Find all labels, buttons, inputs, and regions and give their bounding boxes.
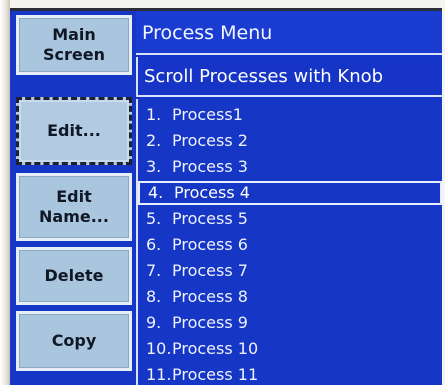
edit-button-label: Edit...: [47, 121, 101, 140]
edit-name-button-label: Edit Name...: [39, 187, 109, 226]
process-list-item[interactable]: 1. Process1: [138, 103, 442, 127]
process-name: Process 9: [172, 313, 248, 332]
process-list-item[interactable]: 4. Process 4: [138, 181, 442, 205]
side-button-panel: Main Screen Edit... Edit Name... Delete …: [10, 11, 136, 385]
process-list-item[interactable]: 2. Process 2: [138, 129, 442, 153]
process-name: Process 5: [172, 209, 248, 228]
process-menu-panel: Process Menu Scroll Processes with Knob …: [136, 11, 442, 385]
main-screen-button-label: Main Screen: [43, 25, 105, 64]
process-number: 10.: [146, 339, 172, 358]
process-number: 5.: [146, 209, 162, 228]
process-number: 4.: [148, 183, 164, 202]
copy-button-label: Copy: [51, 331, 97, 350]
copy-button[interactable]: Copy: [16, 311, 132, 371]
process-number: 3.: [146, 157, 162, 176]
process-number: 2.: [146, 131, 162, 150]
edit-button[interactable]: Edit...: [16, 97, 132, 165]
process-list-item[interactable]: 10.Process 10: [138, 337, 442, 361]
process-name: Process 7: [172, 261, 248, 280]
process-list-item[interactable]: 9. Process 9: [138, 311, 442, 335]
process-number: 6.: [146, 235, 162, 254]
page-title: Process Menu: [136, 11, 442, 55]
process-number: 9.: [146, 313, 162, 332]
main-screen-button[interactable]: Main Screen: [16, 15, 132, 75]
edit-name-button[interactable]: Edit Name...: [16, 173, 132, 241]
process-list-item[interactable]: 7. Process 7: [138, 259, 442, 283]
process-name: Process 3: [172, 157, 248, 176]
process-name: Process 11: [172, 365, 259, 384]
lcd-screen: Main Screen Edit... Edit Name... Delete …: [10, 8, 442, 385]
delete-button-label: Delete: [44, 266, 104, 285]
process-list[interactable]: 1. Process1 2. Process 2 3. Process 3 4. Proces…: [136, 99, 442, 385]
scroll-instruction: Scroll Processes with Knob: [136, 57, 442, 97]
process-name: Process 10: [172, 339, 259, 358]
process-number: 8.: [146, 287, 162, 306]
process-list-item[interactable]: 11.Process 11: [138, 363, 442, 385]
delete-button[interactable]: Delete: [16, 247, 132, 305]
process-number: 7.: [146, 261, 162, 280]
process-list-item[interactable]: 5. Process 5: [138, 207, 442, 231]
process-number: 1.: [146, 105, 162, 124]
process-name: Process 8: [172, 287, 248, 306]
display-frame: Main Screen Edit... Edit Name... Delete …: [0, 0, 445, 385]
process-name: Process 2: [172, 131, 248, 150]
process-list-item[interactable]: 8. Process 8: [138, 285, 442, 309]
process-name: Process 6: [172, 235, 248, 254]
process-name: Process1: [172, 105, 243, 124]
process-list-item[interactable]: 6. Process 6: [138, 233, 442, 257]
process-number: 11.: [146, 365, 172, 384]
process-name: Process 4: [174, 183, 250, 202]
bezel-edge: [0, 0, 10, 385]
process-list-item[interactable]: 3. Process 3: [138, 155, 442, 179]
